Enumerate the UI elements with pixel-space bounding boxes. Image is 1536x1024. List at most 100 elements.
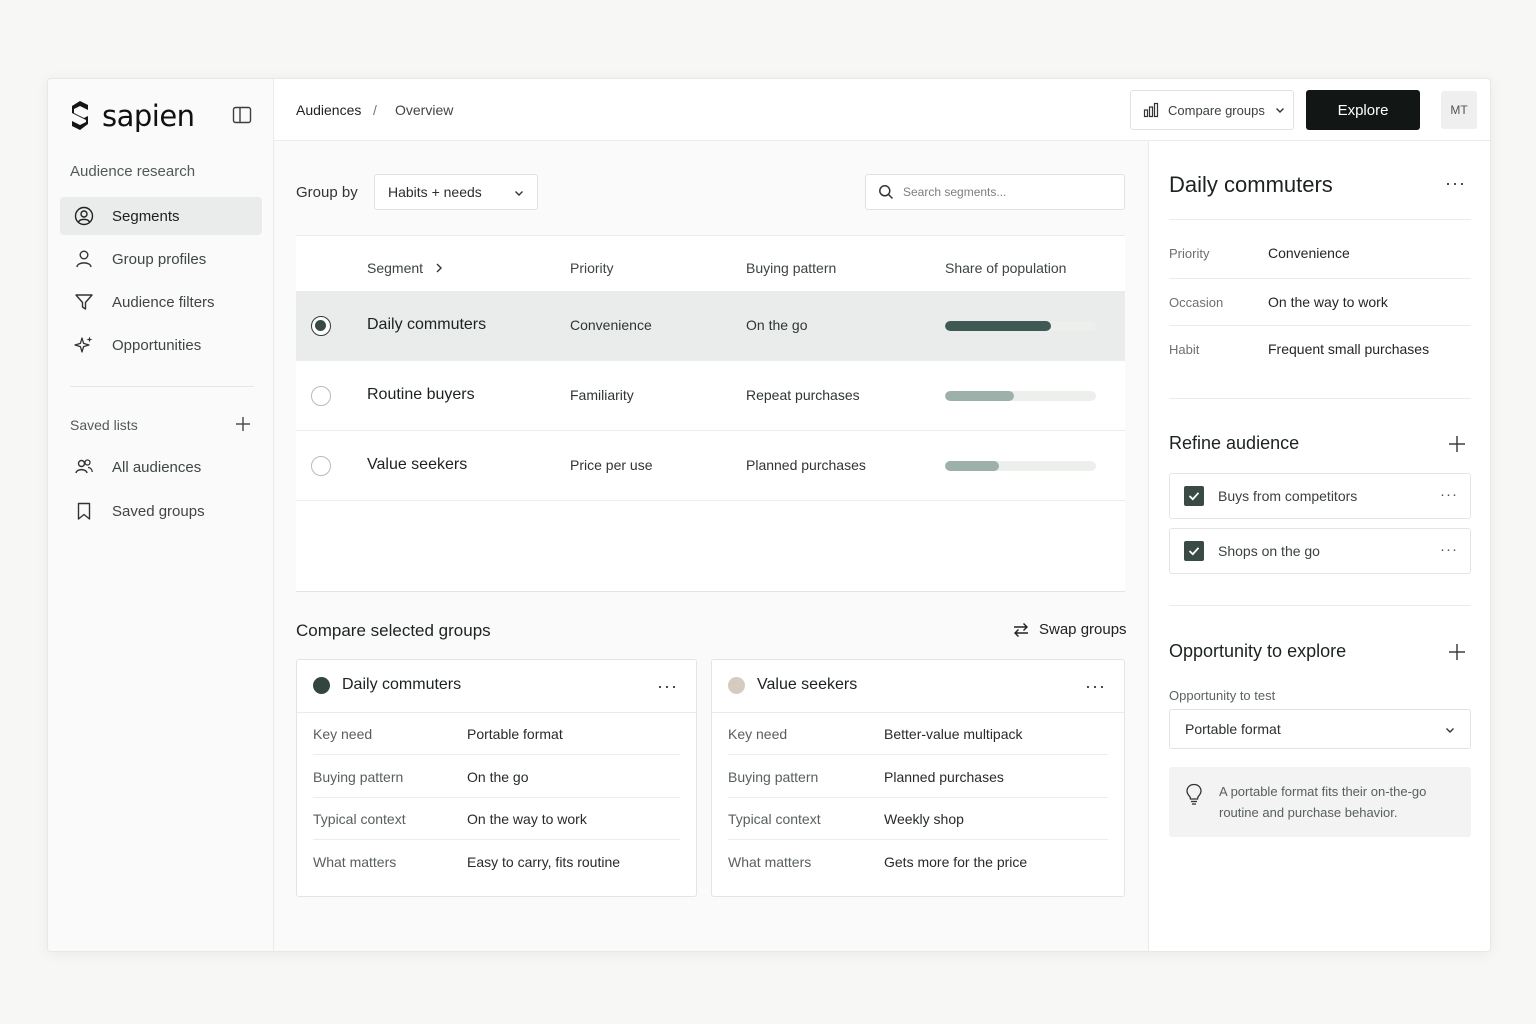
card-row-key: Typical context — [728, 811, 821, 827]
card-row: What matters Gets more for the price — [728, 841, 1108, 883]
sidebar-item-opportunities[interactable]: Opportunities — [60, 326, 262, 364]
check-icon — [1188, 547, 1200, 556]
row-radio[interactable] — [311, 386, 331, 406]
opportunity-note: A portable format fits their on-the-go r… — [1169, 767, 1471, 837]
breadcrumb-overview: Overview — [395, 102, 454, 118]
group-color-dot — [728, 676, 745, 694]
sidebar-item-group-profiles[interactable]: Group profiles — [60, 240, 262, 278]
compare-card-daily-commuters: Daily commuters ··· Key need Portable for… — [296, 659, 697, 897]
app-window: sapien Audience research Segments Group … — [47, 78, 1491, 952]
prop-key-habit: Habit — [1169, 342, 1200, 357]
sidebar-item-label: Segments — [112, 207, 180, 225]
compare-section-title: Compare selected groups — [296, 621, 491, 640]
checkbox-checked[interactable] — [1184, 486, 1204, 506]
group-by-select[interactable]: Habits + needs — [374, 174, 538, 210]
segment-name: Daily commuters — [367, 316, 487, 333]
bar-chart-icon — [1143, 102, 1159, 118]
segment-priority: Familiarity — [570, 387, 634, 403]
card-title: Value seekers — [757, 676, 858, 693]
chevron-down-icon — [1275, 108, 1284, 113]
opportunity-select[interactable]: Portable format — [1169, 709, 1471, 749]
row-radio[interactable] — [311, 456, 331, 476]
sidebar-item-segments[interactable]: Segments — [60, 197, 262, 235]
filter-buys-from-competitors[interactable]: Buys from competitors ··· — [1169, 473, 1471, 519]
more-options-icon[interactable]: ··· — [1445, 173, 1466, 194]
table-row[interactable]: Routine buyers Familiarity Repeat purcha… — [296, 361, 1125, 431]
swap-groups-button[interactable]: Swap groups — [1012, 621, 1127, 638]
explore-button[interactable]: Explore — [1306, 90, 1420, 130]
segment-name: Routine buyers — [367, 386, 475, 403]
group-color-dot — [313, 676, 330, 694]
card-row: Key need Better-value multipack — [728, 713, 1108, 755]
card-row: What matters Easy to carry, fits routine — [313, 841, 680, 883]
share-bar-fill — [945, 391, 1015, 401]
segment-priority: Convenience — [570, 317, 652, 333]
prop-value-habit: Frequent small purchases — [1268, 341, 1430, 357]
sidebar-item-label: Audience filters — [112, 293, 215, 311]
sidebar-item-label: Saved groups — [112, 502, 205, 520]
table-row[interactable]: Daily commuters Convenience On the go — [296, 291, 1125, 361]
opportunity-title: Opportunity to explore — [1169, 641, 1347, 661]
opportunity-label: Opportunity to test — [1169, 688, 1276, 703]
more-options-icon[interactable]: ··· — [1085, 676, 1106, 697]
sapien-logo-icon — [72, 101, 88, 130]
card-row-value: Planned purchases — [884, 769, 1004, 785]
prop-key-occasion: Occasion — [1169, 295, 1224, 310]
sidebar-item-saved-groups[interactable]: Saved groups — [60, 492, 262, 530]
add-filter-icon[interactable] — [1447, 434, 1467, 454]
segment-pattern: Planned purchases — [746, 457, 866, 473]
card-row-key: Key need — [728, 726, 788, 742]
avatar[interactable]: MT — [1441, 91, 1477, 129]
breadcrumb-separator: / — [373, 102, 377, 118]
compare-groups-label: Compare groups — [1168, 102, 1265, 118]
filter-icon — [75, 294, 93, 310]
more-options-icon[interactable]: ··· — [657, 676, 678, 697]
sidebar-item-label: Opportunities — [112, 336, 202, 354]
column-header-segment[interactable]: Segment — [367, 260, 423, 276]
segment-priority: Price per use — [570, 457, 653, 473]
more-options-icon[interactable]: ··· — [1440, 486, 1458, 503]
brand-logo[interactable]: sapien — [70, 99, 195, 133]
users-icon — [75, 459, 93, 474]
card-row-key: Key need — [313, 726, 373, 742]
compare-card-value-seekers: Value seekers ··· Key need Better-value m… — [711, 659, 1125, 897]
user-icon — [76, 250, 92, 268]
compare-groups-button[interactable]: Compare groups — [1130, 90, 1294, 130]
card-row: Typical context Weekly shop — [728, 798, 1108, 840]
group-by-label: Group by — [296, 184, 358, 201]
card-row-key: What matters — [313, 854, 397, 870]
sidebar-item-label: All audiences — [112, 458, 202, 476]
more-options-icon[interactable]: ··· — [1440, 541, 1458, 558]
chevron-down-icon — [1446, 728, 1454, 733]
card-row-key: Buying pattern — [313, 769, 404, 785]
share-bar — [945, 391, 1096, 401]
search-icon — [879, 185, 894, 200]
chevron-right-icon[interactable] — [434, 262, 444, 274]
add-opportunity-icon[interactable] — [1447, 642, 1467, 662]
note-text: A portable format fits their on-the-go r… — [1219, 781, 1426, 823]
filter-label: Buys from competitors — [1218, 488, 1358, 504]
filter-shops-on-the-go[interactable]: Shops on the go ··· — [1169, 528, 1471, 574]
sidebar-item-all-audiences[interactable]: All audiences — [60, 448, 262, 486]
detail-title: Daily commuters — [1169, 172, 1333, 197]
row-radio[interactable] — [311, 316, 331, 336]
breadcrumb-audiences[interactable]: Audiences — [296, 102, 361, 118]
add-list-icon[interactable] — [234, 415, 252, 433]
swap-icon — [1014, 622, 1028, 637]
sidebar-toggle-icon[interactable] — [232, 105, 252, 125]
bookmark-icon — [77, 502, 91, 520]
group-by-value: Habits + needs — [388, 184, 482, 200]
search-input[interactable]: Search segments... — [865, 174, 1125, 210]
share-bar — [945, 461, 1096, 471]
sidebar-item-audience-filters[interactable]: Audience filters — [60, 283, 262, 321]
checkbox-checked[interactable] — [1184, 541, 1204, 561]
note-line-2: routine and purchase behavior. — [1219, 805, 1398, 820]
card-row: Buying pattern Planned purchases — [728, 756, 1108, 798]
swap-groups-label: Swap groups — [1039, 621, 1127, 638]
sidebar-section-label: Audience research — [70, 163, 196, 180]
segments-table: Segment Priority Buying pattern Share of… — [296, 235, 1125, 592]
prop-value-occasion: On the way to work — [1268, 294, 1388, 310]
share-bar-fill — [945, 321, 1051, 331]
segment-pattern: Repeat purchases — [746, 387, 860, 403]
table-row[interactable]: Value seekers Price per use Planned purc… — [296, 431, 1125, 501]
